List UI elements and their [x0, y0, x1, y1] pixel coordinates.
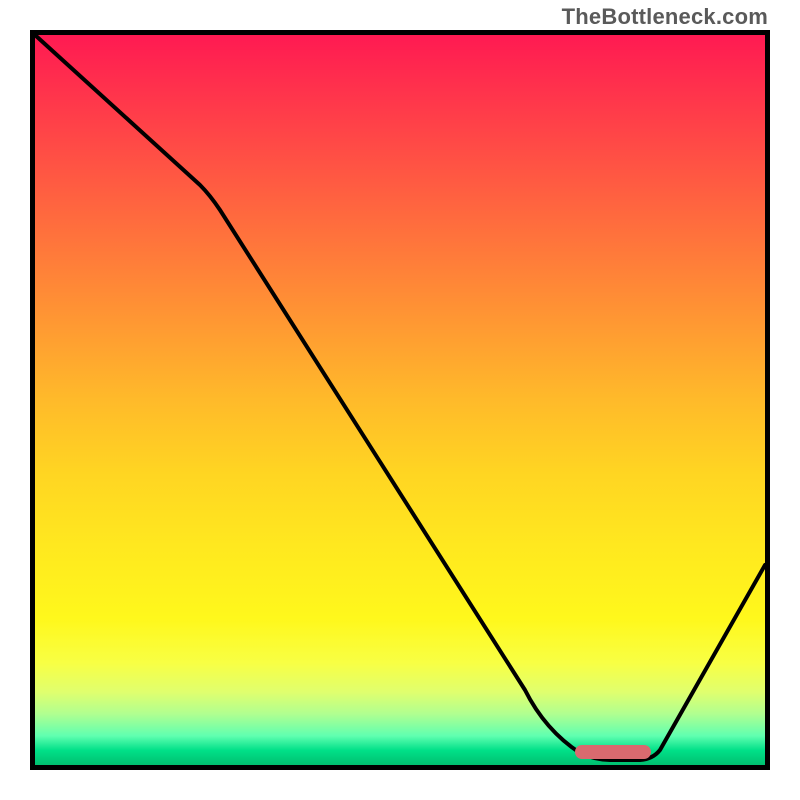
- chart-frame: TheBottleneck.com: [0, 0, 800, 800]
- bottleneck-curve: [35, 35, 765, 760]
- gradient-background-with-curve: [35, 35, 765, 765]
- plot-area: [30, 30, 770, 770]
- watermark-text: TheBottleneck.com: [562, 4, 768, 30]
- highlight-marker: [575, 745, 651, 759]
